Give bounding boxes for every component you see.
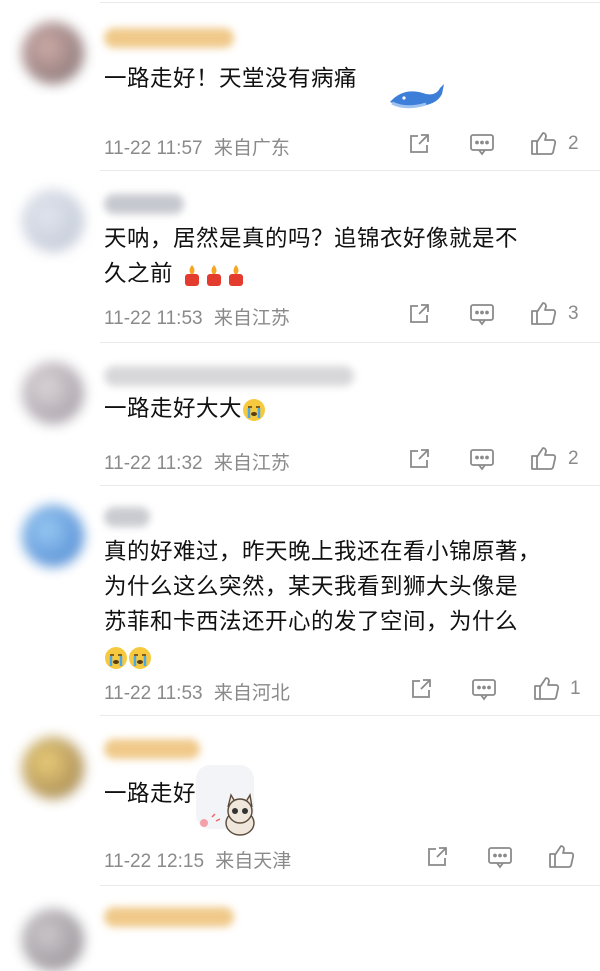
- share-button[interactable]: [409, 677, 433, 701]
- comment-text-line: 真的好难过，昨天晚上我还在看小锦原著，: [104, 539, 542, 565]
- comment-item-partial: [0, 885, 600, 971]
- username-blurred[interactable]: [104, 907, 234, 927]
- avatar[interactable]: [22, 505, 84, 567]
- reply-button[interactable]: [469, 447, 495, 471]
- share-button[interactable]: [407, 132, 431, 156]
- username-blurred[interactable]: [104, 366, 354, 386]
- comment-text: 真的好难过，昨天晚上我还在看小锦原著， 为什么这么突然，某天我看到狮大头像是 苏…: [104, 535, 584, 675]
- crying-face-emoji: [243, 398, 266, 421]
- like-count: 2: [568, 133, 579, 154]
- avatar[interactable]: [22, 22, 84, 84]
- thumbs-up-icon: [531, 447, 557, 470]
- comment-time: 11-22 11:57: [104, 138, 203, 159]
- comment-icon: [488, 847, 512, 869]
- share-button[interactable]: [425, 845, 449, 869]
- avatar[interactable]: [22, 737, 84, 799]
- comment-meta: 11-22 11:53 来自河北: [104, 678, 290, 705]
- divider: [100, 885, 600, 886]
- like-count: 2: [568, 448, 579, 469]
- comment-meta: 11-22 11:53 来自江苏: [104, 303, 290, 330]
- comment-time: 11-22 11:53: [104, 308, 203, 329]
- comment-text-line: 为什么这么突然，某天我看到狮大头像是: [104, 574, 519, 600]
- username-blurred[interactable]: [104, 507, 150, 527]
- comment-location: 来自广东: [213, 138, 290, 159]
- like-button[interactable]: [548, 843, 576, 869]
- comment-text-line-emoji: [104, 640, 584, 675]
- share-button[interactable]: [407, 447, 431, 471]
- comment-icon: [470, 134, 494, 156]
- thumbs-up-icon: [549, 845, 575, 868]
- comment-text: 一路走好: [104, 777, 584, 812]
- username-blurred[interactable]: [104, 28, 234, 48]
- avatar[interactable]: [22, 190, 84, 252]
- comment-text: 一路走好大大: [104, 392, 584, 427]
- crying-face-emoji: [129, 646, 151, 669]
- comment-text-line: 苏菲和卡西法还开心的发了空间，为什么: [104, 609, 519, 635]
- comment-meta: 11-22 11:32 来自江苏: [104, 448, 290, 475]
- comment-icon: [470, 304, 494, 326]
- comment-item: 一路走好！天堂没有病痛 11-22 11:57 来自广东 2: [0, 0, 600, 170]
- whale-sticker-icon: [390, 84, 444, 109]
- thumbs-up-icon: [531, 302, 557, 325]
- like-button[interactable]: [533, 675, 561, 701]
- username-blurred[interactable]: [104, 739, 200, 759]
- comment-text-content: 久之前: [104, 261, 174, 287]
- comment-item: 一路走好 11-22 12:15 来自天津: [0, 715, 600, 885]
- share-button[interactable]: [407, 302, 431, 326]
- comment-location: 来自江苏: [213, 308, 290, 329]
- share-icon: [410, 449, 429, 468]
- comment-meta: 11-22 11:57 来自广东: [104, 133, 290, 160]
- comment-text: 天呐，居然是真的吗？追锦衣好像就是不 久之前: [104, 222, 584, 292]
- avatar[interactable]: [22, 362, 84, 424]
- comment-icon: [472, 679, 496, 701]
- comment-text-line-2: 久之前: [104, 257, 584, 292]
- like-count: 3: [568, 303, 579, 324]
- share-icon: [428, 847, 447, 866]
- comment-item: 一路走好大大 11-22 11:32 来自江苏 2: [0, 342, 600, 485]
- share-icon: [412, 679, 431, 698]
- thumbs-up-icon: [534, 677, 560, 700]
- comment-time: 11-22 11:32: [104, 453, 203, 474]
- share-icon: [410, 134, 429, 153]
- comment-location: 来自江苏: [213, 453, 290, 474]
- comment-meta: 11-22 12:15 来自天津: [104, 846, 291, 873]
- like-button[interactable]: [530, 445, 558, 471]
- comment-location: 来自天津: [215, 851, 292, 872]
- comment-item: 天呐，居然是真的吗？追锦衣好像就是不 久之前 11-22 11:53 来自江苏 …: [0, 170, 600, 342]
- crying-face-emoji: [105, 646, 127, 669]
- comment-text: 一路走好！天堂没有病痛: [104, 62, 584, 97]
- comment-item: 真的好难过，昨天晚上我还在看小锦原著， 为什么这么突然，某天我看到狮大头像是 苏…: [0, 485, 600, 715]
- divider: [100, 342, 600, 343]
- like-button[interactable]: [530, 130, 558, 156]
- comment-location: 来自河北: [213, 683, 290, 704]
- divider: [100, 170, 600, 171]
- comment-text-content: 一路走好: [104, 781, 197, 807]
- comment-text-line: 天呐，居然是真的吗？追锦衣好像就是不: [104, 226, 519, 252]
- like-count: 1: [570, 678, 581, 699]
- comment-text-content: 一路走好大大: [104, 396, 243, 422]
- candle-emoji: [206, 264, 221, 286]
- thumbs-up-icon: [531, 132, 557, 155]
- divider: [100, 715, 600, 716]
- comment-text-content: 一路走好！天堂没有病痛: [104, 66, 358, 92]
- reply-button[interactable]: [471, 677, 497, 701]
- share-icon: [410, 304, 429, 323]
- cat-sticker-icon: [200, 793, 255, 836]
- reply-button[interactable]: [487, 845, 513, 869]
- reply-button[interactable]: [469, 302, 495, 326]
- candle-emoji: [228, 264, 243, 286]
- divider: [100, 2, 600, 3]
- avatar[interactable]: [22, 909, 84, 971]
- comment-icon: [470, 449, 494, 471]
- divider: [100, 485, 600, 486]
- comment-time: 11-22 11:53: [104, 683, 203, 704]
- reply-button[interactable]: [469, 132, 495, 156]
- like-button[interactable]: [530, 300, 558, 326]
- username-blurred[interactable]: [104, 194, 184, 214]
- candle-emoji: [184, 264, 199, 286]
- comment-time: 11-22 12:15: [104, 851, 205, 872]
